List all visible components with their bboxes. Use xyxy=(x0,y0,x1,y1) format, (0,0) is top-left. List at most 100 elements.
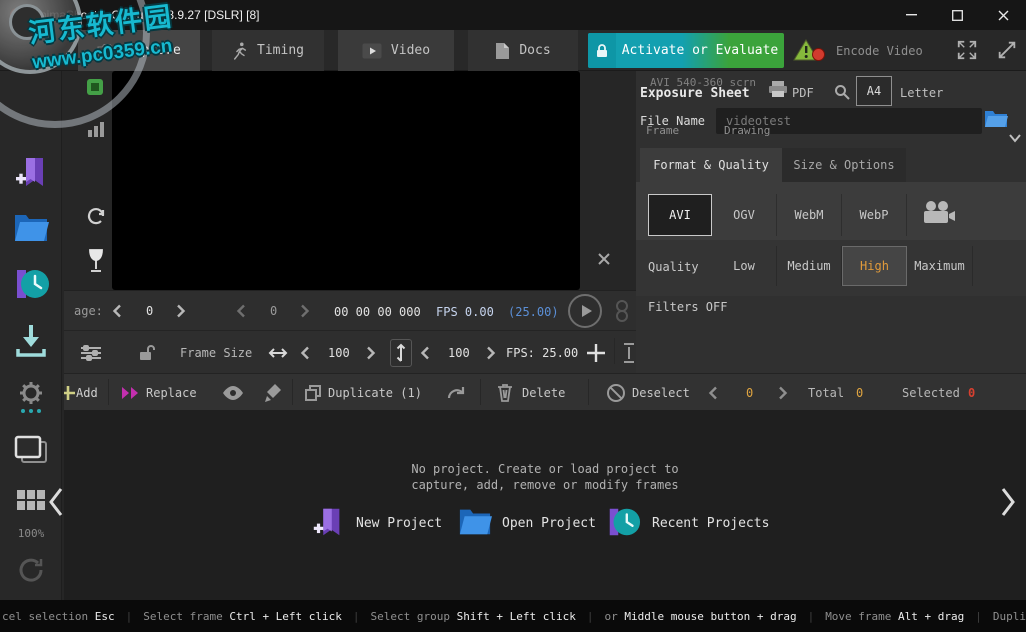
hint-middle-drag: or Middle mouse button + drag xyxy=(605,610,797,623)
frame-height-value: 100 xyxy=(448,346,470,360)
duplicate-button[interactable]: Duplicate (1) xyxy=(328,386,422,400)
replace-button[interactable]: Replace xyxy=(146,386,197,400)
hint-move-frame: Move frame Alt + drag xyxy=(825,610,964,623)
selection-prev-chevron[interactable] xyxy=(708,386,718,400)
recent-projects-icon[interactable] xyxy=(0,265,62,303)
format-ogv-button[interactable]: OGV xyxy=(712,194,777,236)
tab-capture[interactable]: Capture xyxy=(78,30,200,71)
refresh-icon[interactable] xyxy=(0,555,62,585)
white-balance-refresh-icon[interactable] xyxy=(85,205,107,227)
minimize-icon xyxy=(906,14,917,16)
alert-dot-icon xyxy=(812,48,825,61)
format-webm-button[interactable]: WebM xyxy=(777,194,842,236)
settings-gear-icon[interactable] xyxy=(0,379,62,417)
tab-size-options-label: Size & Options xyxy=(793,158,894,172)
height-arrows-icon[interactable] xyxy=(390,339,412,367)
range-prev-chevron[interactable] xyxy=(236,304,246,318)
trophy-icon[interactable] xyxy=(86,248,106,274)
drawing-column-label: Drawing xyxy=(724,124,770,137)
redo-icon[interactable] xyxy=(446,384,468,402)
tab-size-options[interactable]: Size & Options xyxy=(782,148,906,182)
maximize-icon xyxy=(952,10,963,21)
add-button[interactable]: Add xyxy=(76,386,98,400)
crosshair-plus-icon[interactable] xyxy=(586,343,606,363)
tab-docs[interactable]: Docs xyxy=(468,30,578,71)
unlock-icon[interactable] xyxy=(138,343,156,361)
range-next-chevron[interactable] xyxy=(300,304,310,318)
new-project-icon[interactable] xyxy=(310,504,346,540)
replace-arrows-icon[interactable] xyxy=(120,383,140,403)
play-button[interactable] xyxy=(568,294,602,328)
quality-high-button[interactable]: High xyxy=(842,246,907,286)
letter-button[interactable]: Letter xyxy=(900,86,943,100)
new-project-icon[interactable] xyxy=(0,153,62,191)
separator: | xyxy=(587,610,594,623)
viewport-icon[interactable] xyxy=(0,433,62,467)
open-project-icon[interactable] xyxy=(0,209,62,245)
eye-icon[interactable] xyxy=(222,386,244,400)
separator: | xyxy=(353,610,360,623)
quality-maximum-button[interactable]: Maximum xyxy=(907,246,973,286)
encode-panel: AVI 540-360 scrn Exposure Sheet PDF A4 L… xyxy=(636,71,1026,373)
trash-icon[interactable] xyxy=(496,383,514,403)
duplicate-icon[interactable] xyxy=(304,384,322,402)
separator: | xyxy=(126,610,133,623)
open-project-button[interactable]: Open Project xyxy=(502,516,596,531)
frame-next-chevron[interactable] xyxy=(176,304,186,318)
magnifier-icon[interactable] xyxy=(834,84,850,100)
quality-medium-button[interactable]: Medium xyxy=(777,246,842,286)
exposure-sheet-title: Exposure Sheet xyxy=(640,86,750,101)
deselect-button[interactable]: Deselect xyxy=(632,386,690,400)
open-project-icon[interactable] xyxy=(456,504,494,538)
close-button[interactable] xyxy=(980,0,1026,30)
selection-next-chevron[interactable] xyxy=(778,386,788,400)
scroll-chevron-down-icon[interactable] xyxy=(1008,134,1022,144)
tab-video[interactable]: Video xyxy=(338,30,454,71)
quality-low-button[interactable]: Low xyxy=(712,246,777,286)
close-panel-icon[interactable] xyxy=(597,252,611,266)
height-increase-chevron[interactable] xyxy=(486,346,496,360)
width-decrease-chevron[interactable] xyxy=(300,346,310,360)
height-decrease-chevron[interactable] xyxy=(420,346,430,360)
a4-button[interactable]: A4 xyxy=(856,76,892,106)
deselect-icon[interactable] xyxy=(606,383,626,403)
tab-video-label: Video xyxy=(391,43,430,58)
recent-projects-button[interactable]: Recent Projects xyxy=(652,516,769,531)
delete-button[interactable]: Delete xyxy=(522,386,565,400)
hint-select-group: Select group Shift + Left click xyxy=(371,610,576,623)
onion-skin-icon[interactable] xyxy=(612,299,632,323)
format-avi-button[interactable]: AVI xyxy=(648,194,712,236)
scroll-right-chevron[interactable] xyxy=(1000,487,1016,517)
format-webm-label: WebM xyxy=(795,208,824,222)
no-project-message-line1: No project. Create or load project to xyxy=(64,462,1026,476)
histogram-icon[interactable] xyxy=(87,121,105,137)
format-webp-button[interactable]: WebP xyxy=(842,194,907,236)
camera-preview xyxy=(112,71,580,290)
close-icon xyxy=(998,10,1009,21)
edit-toolbar: Add Replace Duplicate (1) Delete Deselec… xyxy=(64,373,1026,410)
expand-icon[interactable] xyxy=(956,39,978,61)
scroll-left-chevron[interactable] xyxy=(48,487,64,517)
resize-diagonal-icon[interactable] xyxy=(996,39,1018,61)
tab-format-quality[interactable]: Format & Quality xyxy=(640,148,782,182)
width-increase-chevron[interactable] xyxy=(366,346,376,360)
camera-icon xyxy=(97,43,117,59)
tab-timing[interactable]: Timing xyxy=(212,30,324,71)
activate-button[interactable]: Activate or Evaluate xyxy=(588,33,784,68)
printer-icon[interactable] xyxy=(768,80,788,98)
frame-prev-chevron[interactable] xyxy=(112,304,122,318)
sliders-icon[interactable] xyxy=(80,344,102,362)
minimize-button[interactable] xyxy=(888,0,934,30)
brush-icon[interactable] xyxy=(264,383,282,403)
maximize-button[interactable] xyxy=(934,0,980,30)
quality-medium-label: Medium xyxy=(787,259,830,273)
pdf-button[interactable]: PDF xyxy=(792,86,814,100)
folder-icon[interactable] xyxy=(984,108,1008,128)
recent-projects-icon[interactable] xyxy=(604,504,642,540)
current-frame-value: 0 xyxy=(146,304,153,318)
clamp-icon[interactable] xyxy=(622,342,636,364)
import-icon[interactable] xyxy=(0,321,62,359)
movie-camera-icon[interactable] xyxy=(922,200,956,226)
new-project-button[interactable]: New Project xyxy=(356,516,442,531)
live-view-icon[interactable] xyxy=(86,78,104,96)
